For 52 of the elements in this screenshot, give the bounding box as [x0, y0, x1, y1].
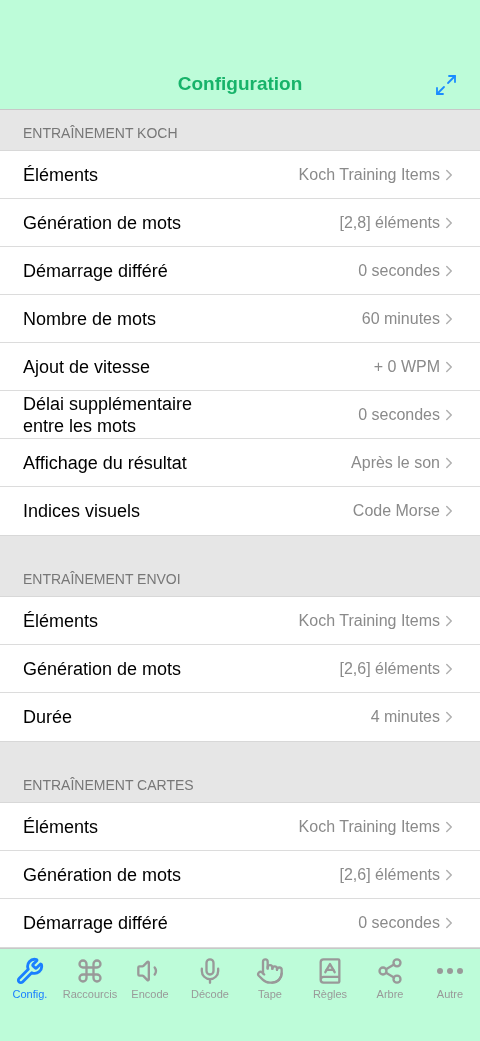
setting-value: [2,6] éléments: [339, 865, 440, 884]
settings-row[interactable]: Ajout de vitesse + 0 WPM: [0, 343, 480, 391]
settings-row[interactable]: Génération de mots [2,6] éléments: [0, 645, 480, 693]
share-icon: [376, 957, 404, 985]
setting-value: 4 minutes: [370, 708, 440, 726]
setting-value: Code Morse: [352, 502, 440, 520]
setting-label: Délai supplémentaire entre les mots: [23, 392, 194, 437]
setting-value: [2,8] éléments: [339, 213, 440, 232]
screen-title: Configuration: [177, 73, 303, 95]
setting-value: 0 secondes: [358, 405, 440, 424]
command-icon: [76, 957, 104, 985]
setting-label: Démarrage différé: [23, 912, 169, 934]
setting-label: Démarrage différé: [23, 259, 169, 282]
setting-value: 60 minutes: [361, 309, 440, 328]
setting-label: Durée: [23, 706, 74, 728]
setting-label: Indices visuels: [23, 500, 142, 522]
setting-label: Affichage du résultat: [23, 451, 188, 474]
settings-row[interactable]: Affichage du résultat Après le son: [0, 439, 480, 487]
section-header: ENTRAÎNEMENT KOCH: [23, 125, 178, 141]
settings-row[interactable]: Durée 4 minutes: [0, 693, 480, 741]
settings-row[interactable]: Éléments Koch Training Items: [0, 803, 480, 851]
settings-row[interactable]: Éléments Koch Training Items: [0, 151, 480, 199]
settings-row[interactable]: Nombre de mots 60 minutes: [0, 295, 480, 343]
setting-value: + 0 WPM: [373, 357, 440, 376]
more-icon: [437, 968, 463, 974]
setting-value: Koch Training Items: [298, 611, 440, 630]
setting-label: Génération de mots: [23, 657, 183, 680]
settings-row[interactable]: Indices visuels Code Morse: [0, 487, 480, 535]
setting-label: Éléments: [23, 815, 100, 838]
setting-value: Après le son: [351, 453, 440, 472]
setting-label: Génération de mots: [23, 863, 183, 886]
setting-value: [2,6] éléments: [339, 659, 440, 678]
settings-row[interactable]: Délai supplémentaire entre les mots 0 secondes: [0, 391, 480, 439]
setting-value: 0 secondes: [358, 914, 440, 932]
hand-icon: [256, 957, 284, 985]
settings-row[interactable]: Éléments Koch Training Items: [0, 597, 480, 645]
settings-row[interactable]: Génération de mots [2,6] éléments: [0, 851, 480, 899]
settings-row[interactable]: Génération de mots [2,8] éléments: [0, 199, 480, 247]
settings-row[interactable]: Démarrage différé 0 secondes: [0, 899, 480, 947]
settings-row[interactable]: Démarrage différé 0 secondes: [0, 247, 480, 295]
section-header: ENTRAÎNEMENT ENVOI: [23, 571, 181, 587]
setting-label: Éléments: [23, 163, 100, 186]
expand-icon[interactable]: [434, 73, 458, 97]
setting-label: Ajout de vitesse: [23, 355, 152, 378]
section-header: ENTRAÎNEMENT CARTES: [23, 777, 194, 793]
setting-value: Koch Training Items: [298, 165, 440, 184]
setting-label: Génération de mots: [23, 211, 183, 234]
setting-value: 0 secondes: [358, 261, 440, 280]
setting-label: Éléments: [23, 609, 100, 632]
wrench-icon: [16, 957, 44, 985]
setting-label: Nombre de mots: [23, 307, 158, 330]
setting-value: Koch Training Items: [298, 817, 440, 836]
